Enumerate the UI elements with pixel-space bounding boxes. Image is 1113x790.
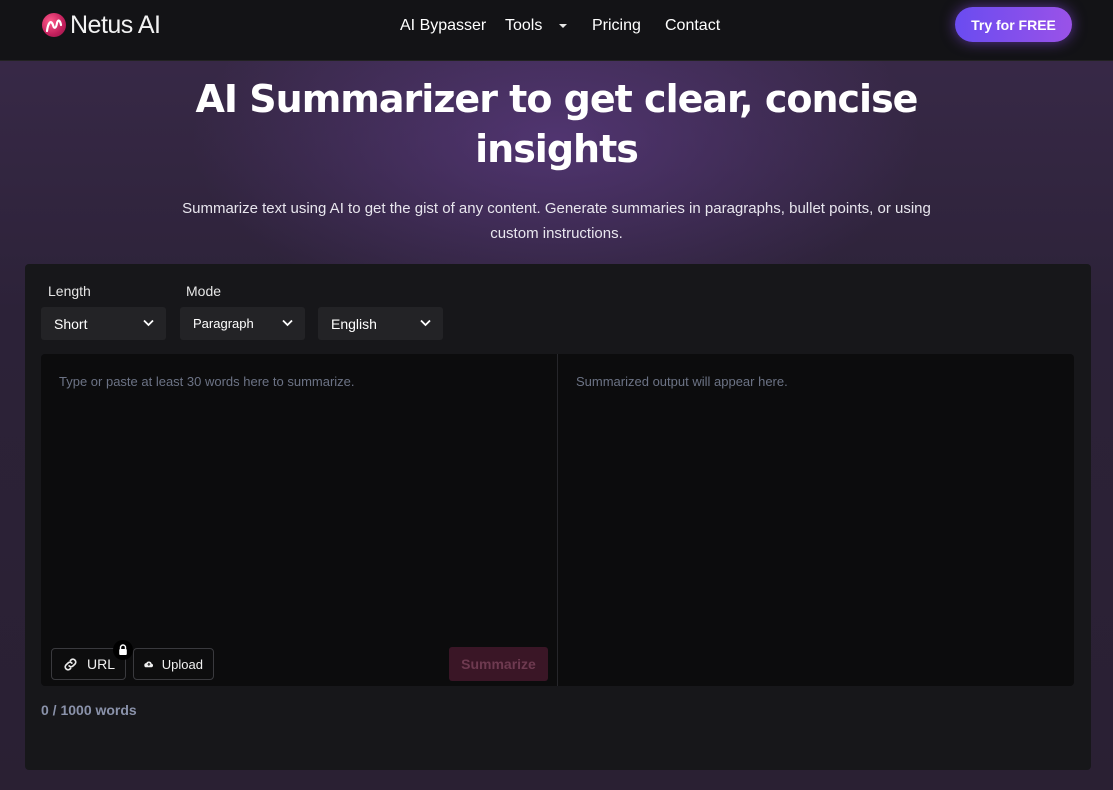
input-textarea[interactable] (41, 354, 557, 686)
word-count: 0 / 1000 words (41, 702, 137, 718)
brand-logo[interactable]: Netus AI (42, 10, 161, 40)
page-subtitle-text: Summarize text using AI to get the gist … (182, 200, 931, 242)
length-select[interactable]: Short (41, 307, 166, 340)
upload-button[interactable]: Upload (133, 648, 214, 680)
mode-label: Mode (186, 283, 222, 299)
mode-select-value: Paragraph (193, 316, 254, 331)
brand-name: Netus AI (70, 10, 161, 39)
chevron-down-icon (420, 319, 431, 327)
summarize-button[interactable]: Summarize (449, 647, 548, 681)
link-icon (64, 657, 77, 671)
try-free-button[interactable]: Try for FREE (955, 7, 1072, 42)
nav-tools[interactable]: Tools (505, 17, 568, 35)
page-title-text: AI Summarizer to get clear, concise insi… (195, 77, 919, 171)
logo-icon (42, 13, 66, 37)
language-select[interactable]: English (318, 307, 443, 340)
nav-contact[interactable]: Contact (665, 17, 720, 35)
chevron-down-icon (282, 319, 293, 327)
editor-area: Summarized output will appear here. URL … (41, 354, 1074, 686)
top-navbar: Netus AI AI Bypasser Tools Pricing Conta… (0, 0, 1113, 61)
lock-icon (113, 640, 133, 660)
page-subtitle: Summarize text using AI to get the gist … (0, 196, 1113, 246)
summarizer-panel: Length Mode Short Paragraph English Summ… (25, 264, 1091, 770)
page-title: AI Summarizer to get clear, concise insi… (0, 74, 1113, 174)
length-label: Length (48, 283, 91, 299)
language-select-value: English (331, 315, 377, 332)
nav-tools-label: Tools (505, 17, 543, 34)
output-placeholder: Summarized output will appear here. (576, 374, 788, 389)
chevron-down-icon (143, 319, 154, 327)
cloud-upload-icon (144, 661, 154, 668)
url-button-label: URL (86, 656, 115, 672)
nav-pricing[interactable]: Pricing (592, 17, 641, 35)
upload-button-label: Upload (161, 656, 203, 672)
nav-ai-bypasser[interactable]: AI Bypasser (400, 17, 486, 35)
editor-divider (557, 354, 558, 686)
chevron-down-icon (559, 24, 568, 28)
mode-select[interactable]: Paragraph (180, 307, 305, 340)
length-select-value: Short (54, 315, 88, 332)
